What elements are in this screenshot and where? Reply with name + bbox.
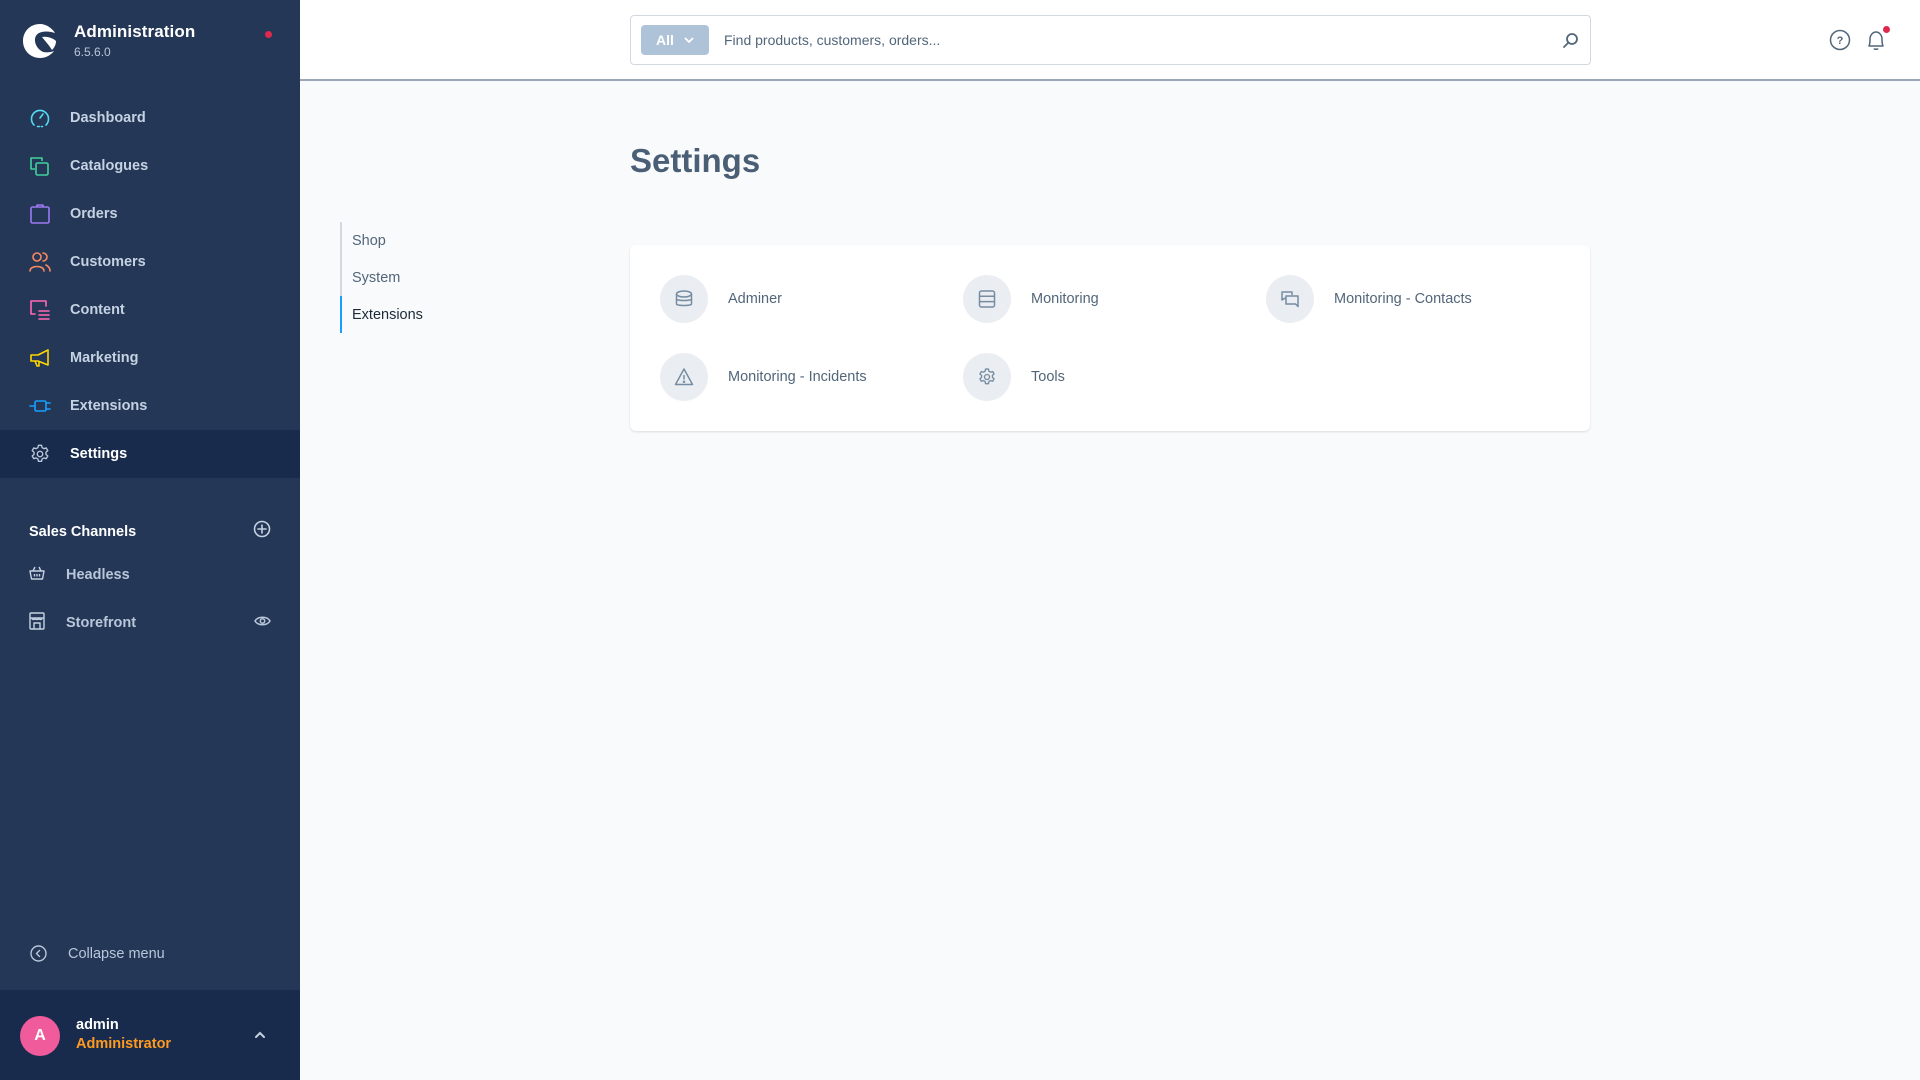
sales-channel-label: Storefront [66, 615, 137, 631]
server-icon [963, 275, 1011, 323]
global-search: All [630, 15, 1591, 65]
shopware-logo-icon [23, 23, 56, 58]
gear-icon [963, 353, 1011, 401]
brand: Administration 6.5.6.0 [22, 22, 195, 59]
eye-icon [254, 616, 271, 626]
settings-item-tools[interactable]: Tools [963, 353, 1065, 401]
user-role: Administrator [76, 1036, 172, 1052]
warning-icon [660, 353, 708, 401]
settings-item-label: Monitoring - Incidents [728, 369, 867, 385]
chevron-down-icon [684, 37, 694, 43]
sidebar-item-label: Dashboard [70, 110, 146, 126]
main-nav: Dashboard Catalogues Orders Customers Co… [0, 94, 300, 478]
settings-item-monitoring-incidents[interactable]: Monitoring - Incidents [660, 353, 867, 401]
plus-circle-icon [253, 520, 271, 538]
sales-channels-header: Sales Channels [29, 520, 271, 543]
settings-item-label: Adminer [728, 291, 782, 307]
notification-badge [1883, 26, 1890, 33]
page-title: Settings [630, 142, 761, 179]
add-sales-channel-button[interactable] [253, 520, 271, 543]
settings-tabs: Shop System Extensions [340, 222, 423, 333]
basket-icon [29, 565, 45, 586]
sidebar-item-label: Customers [70, 254, 146, 270]
sidebar-item-settings[interactable]: Settings [0, 430, 300, 478]
sidebar-item-orders[interactable]: Orders [0, 190, 300, 238]
notifications-button[interactable] [1865, 26, 1890, 56]
content-icon [29, 299, 51, 321]
sidebar-item-label: Settings [70, 446, 128, 462]
settings-item-label: Tools [1031, 369, 1065, 385]
sidebar-item-label: Extensions [70, 398, 148, 414]
sidebar-item-label: Catalogues [70, 158, 149, 174]
chevron-up-icon [255, 1031, 265, 1038]
sidebar-item-label: Content [70, 302, 125, 318]
storefront-preview-button[interactable] [254, 614, 271, 632]
status-dot [265, 31, 272, 38]
app-title: Administration [74, 22, 196, 41]
search-type-select[interactable]: All [641, 25, 709, 55]
chat-bubbles-icon [1266, 275, 1314, 323]
app-version: 6.5.6.0 [74, 45, 111, 59]
marketing-icon [29, 347, 51, 369]
sidebar-item-label: Orders [70, 206, 118, 222]
sidebar-item-content[interactable]: Content [0, 286, 300, 334]
collapse-menu-button[interactable]: Collapse menu [30, 945, 165, 962]
sales-channel-storefront[interactable]: Storefront [29, 608, 271, 638]
sidebar-item-dashboard[interactable]: Dashboard [0, 94, 300, 142]
extensions-icon [29, 395, 51, 417]
settings-card: Adminer Monitoring Monitoring - Contacts… [630, 245, 1590, 431]
sidebar-item-catalogues[interactable]: Catalogues [0, 142, 300, 190]
chevron-left-circle-icon [30, 945, 47, 962]
catalogues-icon [29, 155, 51, 177]
settings-icon [29, 443, 51, 465]
user-menu-toggle[interactable] [254, 1026, 266, 1044]
sidebar-item-extensions[interactable]: Extensions [0, 382, 300, 430]
settings-item-label: Monitoring [1031, 291, 1099, 307]
sidebar-item-customers[interactable]: Customers [0, 238, 300, 286]
storefront-icon [29, 611, 45, 635]
tab-system[interactable]: System [342, 259, 423, 296]
header-actions: ? [1829, 26, 1890, 56]
user-menu[interactable]: A admin Administrator [0, 990, 300, 1080]
top-bar: All ? [300, 0, 1920, 81]
dashboard-icon [29, 107, 51, 129]
tab-shop[interactable]: Shop [342, 222, 423, 259]
avatar: A [20, 1016, 60, 1056]
sidebar: Administration 6.5.6.0 Dashboard Catalog… [0, 0, 300, 1080]
sales-channel-headless[interactable]: Headless [29, 560, 271, 590]
search-type-label: All [656, 32, 674, 48]
settings-item-monitoring[interactable]: Monitoring [963, 275, 1099, 323]
sales-channel-label: Headless [66, 567, 130, 583]
help-button[interactable]: ? [1829, 29, 1851, 56]
search-input[interactable] [724, 32, 1550, 48]
settings-item-monitoring-contacts[interactable]: Monitoring - Contacts [1266, 275, 1472, 323]
sidebar-item-marketing[interactable]: Marketing [0, 334, 300, 382]
search-button[interactable] [1550, 32, 1590, 49]
collapse-menu-label: Collapse menu [68, 945, 165, 962]
settings-item-label: Monitoring - Contacts [1334, 291, 1472, 307]
tab-extensions[interactable]: Extensions [340, 296, 423, 333]
customers-icon [29, 251, 51, 273]
svg-text:?: ? [1837, 35, 1844, 47]
sales-channels-title: Sales Channels [29, 523, 137, 540]
orders-icon [29, 203, 51, 225]
sidebar-item-label: Marketing [70, 350, 139, 366]
settings-item-adminer[interactable]: Adminer [660, 275, 782, 323]
help-icon: ? [1829, 29, 1851, 51]
user-name: admin [76, 1017, 119, 1033]
search-icon [1562, 32, 1578, 48]
database-icon [660, 275, 708, 323]
